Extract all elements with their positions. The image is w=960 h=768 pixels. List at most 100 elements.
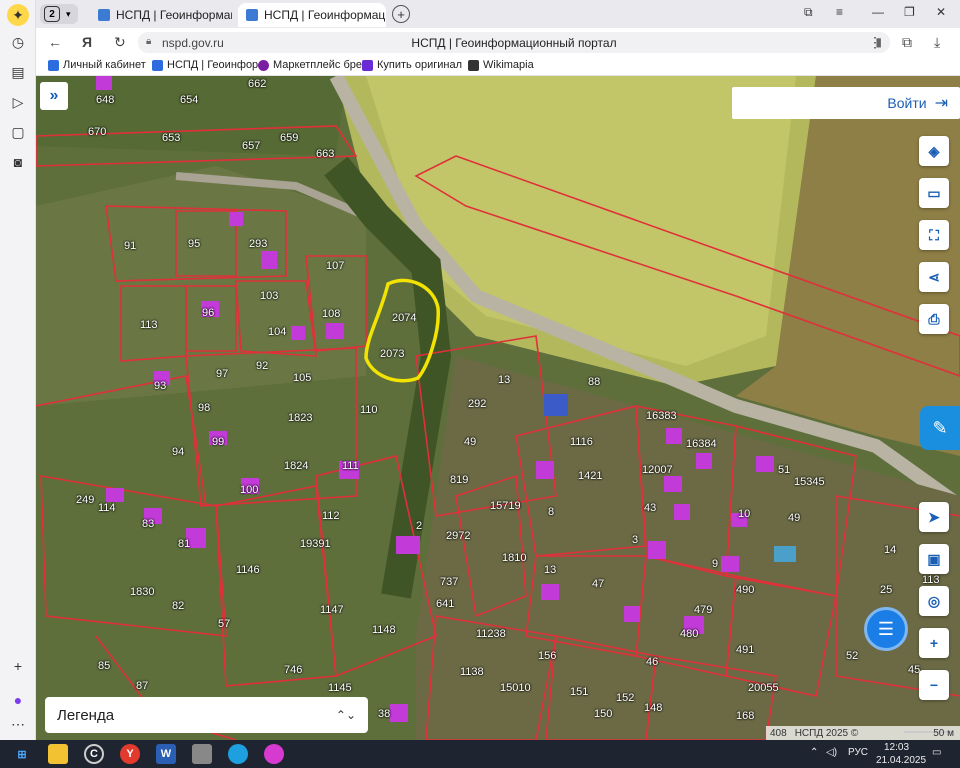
parcel-label[interactable]: 1116 [570,436,593,448]
parcel-label[interactable]: 479 [694,604,712,616]
parcel-label[interactable]: 108 [322,308,340,320]
parcel-label[interactable]: 51 [778,464,790,476]
zoom-in-button[interactable]: + [919,628,949,658]
map-view[interactable]: 648 654 662 670 653 657 659 663 91 95 293 107 103 113… [36,76,960,740]
parcel-label[interactable]: 1146 [236,564,260,576]
parcel-label[interactable]: 49 [788,512,800,524]
locate-button[interactable]: ➤ [919,502,949,532]
tab-group-button[interactable]: 2 ▾ [40,4,78,24]
parcel-label[interactable]: 13 [544,564,556,576]
restore-icon[interactable]: ❐ [904,5,915,19]
app-drop-icon[interactable] [264,744,284,764]
parcel-label[interactable]: 670 [88,126,106,138]
collections-icon[interactable]: ▤ [6,60,30,84]
parcel-label[interactable]: 663 [316,148,334,160]
ruler-button[interactable]: ▭ [919,178,949,208]
bookmark-item[interactable]: Личный кабинет [48,59,146,71]
parcel-label[interactable]: 648 [96,94,114,106]
parcel-label[interactable]: 113 [140,319,158,331]
parcel-label[interactable]: 152 [616,692,634,704]
parcel-label[interactable]: 104 [268,326,286,338]
alice-icon[interactable]: ● [6,688,30,712]
legend-dropdown[interactable]: Легенда ⌃⌄ [45,697,368,733]
window-close-icon[interactable]: ✕ [936,5,946,19]
parcel-label[interactable]: 87 [136,680,148,692]
yandex-logo-icon[interactable]: Я [82,34,92,50]
parcel-label[interactable]: 97 [216,368,228,380]
parcel-label[interactable]: 113 [922,574,940,586]
bookmark-item[interactable]: Купить оригинал [362,59,462,71]
parcel-label[interactable]: 94 [172,446,184,458]
edge-icon[interactable] [228,744,248,764]
bookmark-item[interactable]: НСПД | Геоинфор [152,59,258,71]
history-icon[interactable]: ◷ [6,30,30,54]
keyboard-layout[interactable]: РУС [848,747,868,758]
parcel-label[interactable]: 85 [98,660,110,672]
tabs-count-icon[interactable]: ▢ [6,120,30,144]
parcel-label[interactable]: 81 [178,538,190,550]
file-explorer-icon[interactable] [48,744,68,764]
parcel-label[interactable]: 110 [360,404,378,416]
parcel-label[interactable]: 114 [98,502,116,514]
parcel-label[interactable]: 150 [594,708,612,720]
parcel-label[interactable]: 657 [242,140,260,152]
parcel-label[interactable]: 111 [342,460,359,472]
parcel-label[interactable]: 249 [76,494,94,506]
parcel-label[interactable]: 746 [284,664,302,676]
back-icon[interactable]: ← [48,34,62,50]
parcel-label[interactable]: 1138 [460,666,484,678]
yandex-star-icon[interactable]: ✦ [7,4,29,26]
media-icon[interactable]: ▷ [6,90,30,114]
menu-icon[interactable]: ≡ [836,5,843,19]
parcel-label[interactable]: 99 [212,436,224,448]
parcel-label[interactable]: 20055 [748,682,779,694]
parcel-label[interactable]: 38 [378,708,390,720]
parcel-label[interactable]: 641 [436,598,454,610]
parcel-label[interactable]: 43 [644,502,656,514]
parcel-label[interactable]: 92 [256,360,268,372]
parcel-label[interactable]: 653 [162,132,180,144]
parcel-label[interactable]: 737 [440,576,458,588]
bookmark-panel-icon[interactable]: ⧉ [804,5,813,20]
parcel-label[interactable]: 16384 [686,438,717,450]
parcel-label[interactable]: 103 [260,290,278,302]
parcel-label[interactable]: 98 [198,402,210,414]
geolocation-button[interactable]: ◎ [919,586,949,616]
parcel-label[interactable]: 46 [646,656,658,668]
extensions-icon[interactable]: ⧉ [902,34,912,51]
parcel-label[interactable]: 1145 [328,682,352,694]
parcel-label[interactable]: 91 [124,240,136,252]
more-vertical-icon[interactable]: ⋮ [868,34,882,51]
tab-active[interactable]: НСПД | Геоинформацио ✕ [238,3,386,27]
share-button[interactable]: ⋖ [919,262,949,292]
parcel-label[interactable]: 16383 [646,410,677,422]
parcel-label[interactable]: 659 [280,132,298,144]
parcel-label[interactable]: 151 [570,686,588,698]
parcel-label[interactable]: 96 [202,307,214,319]
games-icon[interactable] [192,744,212,764]
parcel-label[interactable]: 49 [464,436,476,448]
add-panel-icon[interactable]: + [6,654,30,678]
zoom-out-button[interactable]: − [919,670,949,700]
yandex-browser-icon[interactable]: Y [120,744,140,764]
select-area-button[interactable]: ⛶ [919,220,949,250]
parcel-label[interactable]: 1810 [502,552,526,564]
parcel-label[interactable]: 11238 [476,628,506,640]
parcel-label[interactable]: 819 [450,474,468,486]
parcel-label[interactable]: 112 [322,510,340,522]
parcel-label[interactable]: 10 [738,508,750,520]
parcel-label[interactable]: 2073 [380,348,404,360]
parcel-label[interactable]: 13 [498,374,510,386]
parcel-label[interactable]: 293 [249,238,267,250]
parcel-label[interactable]: 12007 [642,464,673,476]
new-tab-button[interactable]: + [392,5,410,23]
parcel-label[interactable]: 95 [188,238,200,250]
minimap-button[interactable]: ▣ [919,544,949,574]
parcel-label[interactable]: 83 [142,518,154,530]
parcel-label[interactable]: 1824 [284,460,308,472]
parcel-label[interactable]: 148 [644,702,662,714]
tab-inactive[interactable]: НСПД | Геоинформацион [90,3,232,27]
windows-start-icon[interactable]: ⊞ [12,744,32,764]
clock-time[interactable]: 12:03 [884,742,909,753]
parcel-label[interactable]: 105 [293,372,311,384]
